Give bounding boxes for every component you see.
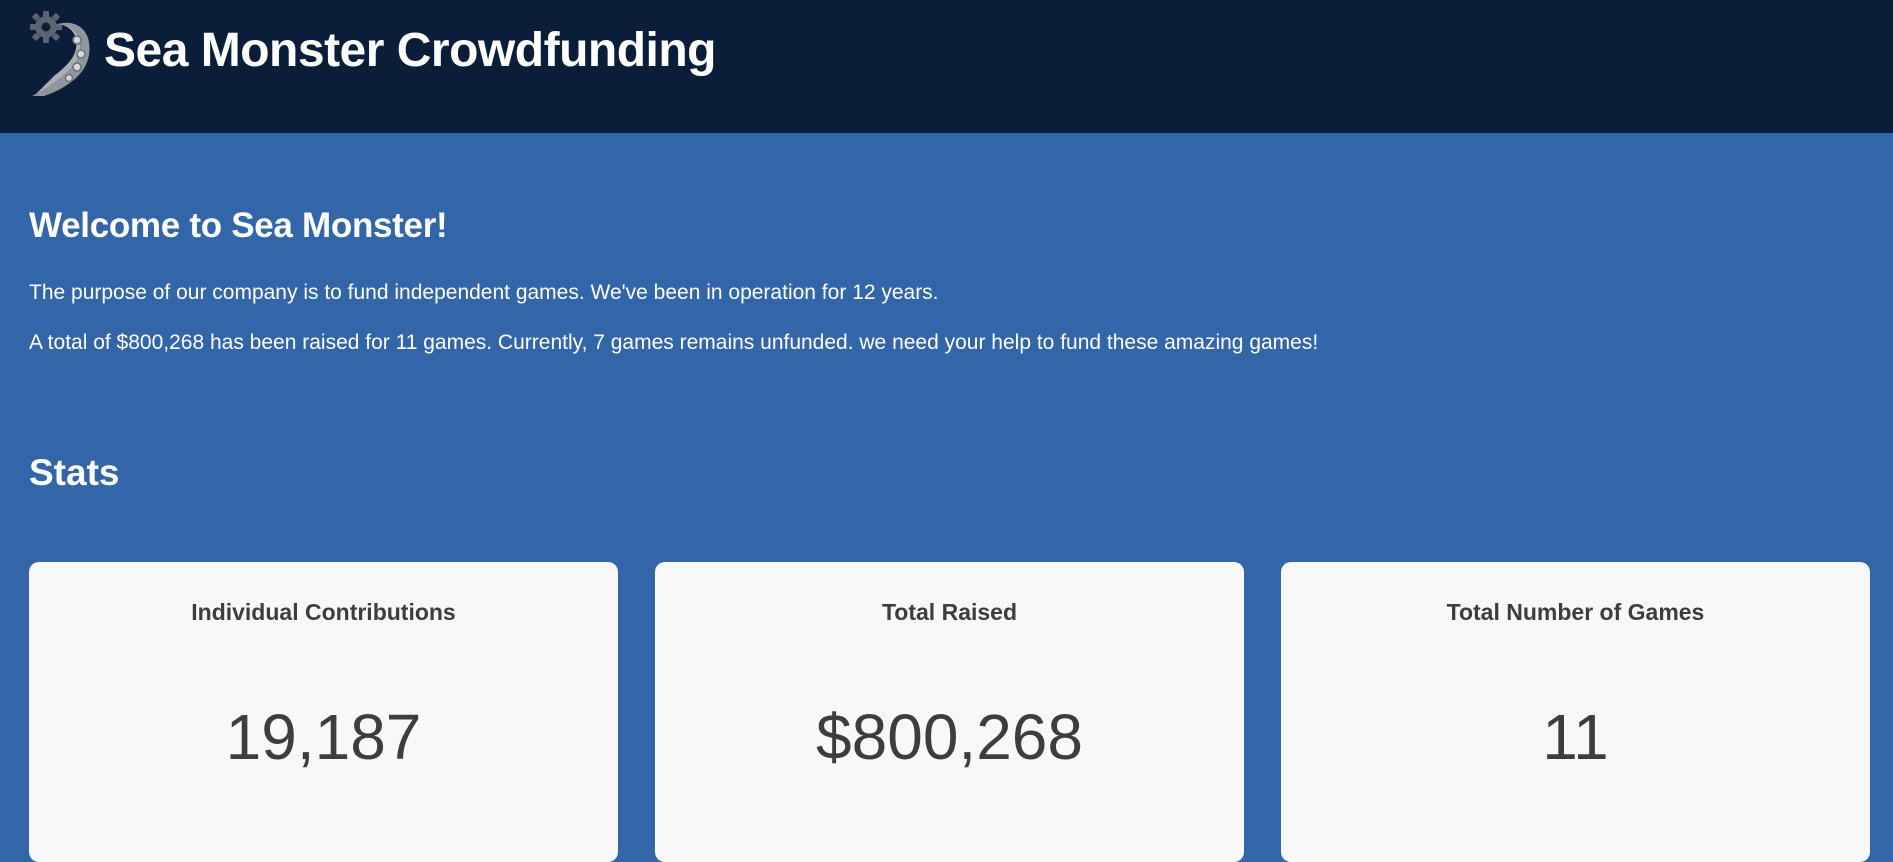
stat-card-total-raised: Total Raised $800,268	[655, 562, 1244, 862]
company-description: The purpose of our company is to fund in…	[29, 281, 939, 304]
sea-monster-logo-icon	[30, 11, 90, 96]
stat-card-value: 19,187	[225, 701, 422, 773]
main-content: Welcome to Sea Monster! The purpose of o…	[0, 133, 1893, 862]
stats-heading: Stats	[29, 452, 120, 493]
stat-card-title: Individual Contributions	[191, 599, 456, 625]
stat-card-individual-contributions: Individual Contributions 19,187	[29, 562, 618, 862]
site-header: Sea Monster Crowdfunding	[0, 0, 1893, 133]
stat-card-title: Total Raised	[881, 599, 1018, 625]
site-title: Sea Monster Crowdfunding	[104, 24, 717, 77]
stat-card-total-games: Total Number of Games 11	[1281, 562, 1870, 862]
stat-card-value: 11	[1542, 701, 1609, 773]
stat-card-value: $800,268	[816, 701, 1083, 773]
welcome-heading: Welcome to Sea Monster!	[29, 206, 448, 245]
funding-summary: A total of $800,268 has been raised for …	[29, 331, 1319, 354]
stat-card-title: Total Number of Games	[1446, 599, 1705, 625]
